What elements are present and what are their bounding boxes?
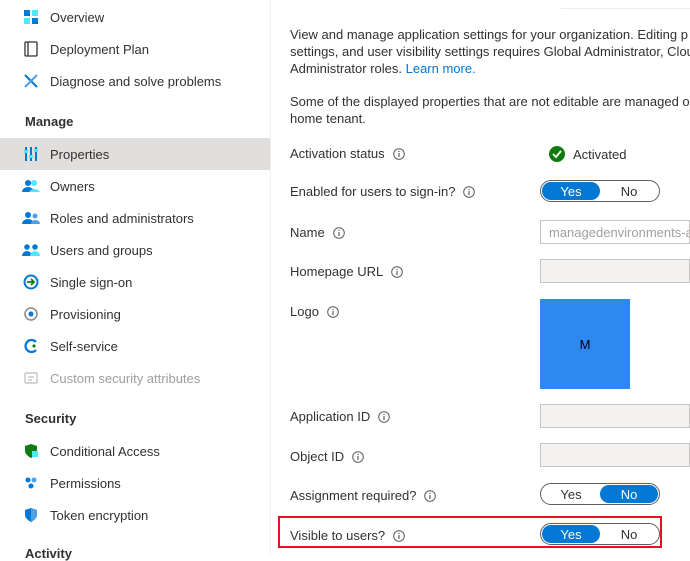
info-icon[interactable] [332,226,345,239]
info-icon[interactable] [378,410,391,423]
field-label: Logo [290,304,319,319]
check-circle-icon [549,146,565,162]
enabled-sign-in-label: Enabled for users to sign-in? [290,184,476,199]
sidebar-item-conditional-access[interactable]: Conditional Access [0,435,270,467]
sidebar-item-label: Owners [50,178,95,194]
section-heading-manage: Manage [25,114,74,129]
sidebar-item-label: Single sign-on [50,274,133,290]
info-icon[interactable] [327,305,339,318]
intro-line: settings, and user visibility settings r… [290,44,690,59]
users-groups-icon [22,241,40,259]
sidebar-item-properties[interactable]: Properties [0,138,270,170]
field-label: Homepage URL [290,264,384,279]
note-line: Some of the displayed properties that ar… [290,94,690,109]
object-id-field[interactable] [540,443,690,467]
object-id-label: Object ID [290,449,364,464]
sidebar-item-deployment-plan[interactable]: Deployment Plan [0,33,270,65]
sidebar-item-label: Provisioning [50,306,121,322]
field-label: Activation status [290,146,385,161]
sidebar-item-label: Roles and administrators [50,210,194,226]
sidebar-item-label: Permissions [50,475,121,491]
self-service-icon [22,337,40,355]
application-id-label: Application ID [290,409,391,424]
sidebar-item-provisioning[interactable]: Provisioning [0,298,270,330]
homepage-url-field[interactable] [540,259,690,283]
sidebar-item-label: Custom security attributes [50,370,201,386]
sidebar-item-custom-security-attributes[interactable]: Custom security attributes [0,362,270,394]
logo-label: Logo [290,304,339,319]
sidebar-item-owners[interactable]: Owners [0,170,270,202]
toggle-yes[interactable]: Yes [542,485,600,503]
intro-line: Administrator roles. Learn more. [290,60,690,77]
wrench-icon [22,72,40,90]
sidebar-item-roles[interactable]: Roles and administrators [0,202,270,234]
sidebar-item-label: Properties [50,146,110,162]
sidebar-item-permissions[interactable]: Permissions [0,467,270,499]
toggle-yes[interactable]: Yes [542,182,600,200]
sidebar-item-token-encryption[interactable]: Token encryption [0,499,270,531]
overview-grid-icon [22,8,40,26]
book-icon [22,40,40,58]
custom-attributes-icon [22,369,40,387]
sidebar-item-overview[interactable]: Overview [0,1,270,33]
activation-status-value: Activated [549,146,626,162]
section-heading-activity: Activity [25,546,72,561]
note-text: Some of the displayed properties that ar… [290,93,690,127]
field-label: Name [290,225,325,240]
assignment-required-label: Assignment required? [290,488,437,503]
sidebar-item-label: Overview [50,9,105,25]
application-id-field[interactable] [540,404,690,428]
properties-panel: View and manage application settings for… [271,0,690,555]
sidebar-item-self-service[interactable]: Self-service [0,330,270,362]
section-heading-security: Security [25,411,77,426]
learn-more-link[interactable]: Learn more. [406,61,476,76]
field-label: Object ID [290,449,345,464]
sign-in-arrow-icon [22,273,40,291]
app-logo[interactable]: M [540,299,630,389]
info-icon[interactable] [391,265,404,278]
sidebar-item-label: Diagnose and solve problems [50,73,222,89]
provisioning-cloud-icon [22,305,40,323]
activation-status-text: Activated [573,146,627,162]
sidebar-item-label: Token encryption [50,507,149,523]
sidebar-item-single-sign-on[interactable]: Single sign-on [0,266,270,298]
info-icon[interactable] [392,147,405,160]
logo-initial: M [579,336,591,352]
name-field[interactable]: managedenvironments-a [540,220,690,244]
sidebar-item-users-groups[interactable]: Users and groups [0,234,270,266]
sidebar-item-label: Conditional Access [50,443,160,459]
note-line: home tenant. [290,111,366,126]
homepage-url-label: Homepage URL [290,264,404,279]
intro-text: View and manage application settings for… [290,26,690,77]
info-icon[interactable] [352,450,364,463]
conditional-access-shield-icon [22,442,40,460]
sidebar-item-label: Users and groups [50,242,153,258]
sidebar-item-label: Self-service [50,338,118,354]
assignment-required-toggle[interactable]: Yes No [540,483,660,505]
enabled-sign-in-toggle[interactable]: Yes No [540,180,660,202]
field-label: Application ID [290,409,371,424]
sidebar-item-label: Deployment Plan [50,41,149,57]
properties-sliders-icon [22,145,40,163]
roles-people-icon [22,209,40,227]
intro-line-text: Administrator roles. [290,61,402,76]
sidebar-nav: Overview Deployment Plan Diagnose and so… [0,0,270,561]
info-icon[interactable] [424,489,437,502]
info-icon[interactable] [463,185,476,198]
owners-people-icon [22,177,40,195]
command-bar-edge [561,0,690,9]
token-shield-icon [22,506,40,524]
field-label: Assignment required? [290,488,417,503]
toggle-no[interactable]: No [600,182,658,200]
intro-line: View and manage application settings for… [290,27,688,42]
field-label: Enabled for users to sign-in? [290,184,456,199]
sidebar-item-diagnose[interactable]: Diagnose and solve problems [0,65,270,97]
highlight-box [278,516,662,548]
activation-status-label: Activation status [290,146,405,161]
permissions-icon [22,474,40,492]
toggle-no[interactable]: No [600,485,658,503]
name-label: Name [290,225,345,240]
